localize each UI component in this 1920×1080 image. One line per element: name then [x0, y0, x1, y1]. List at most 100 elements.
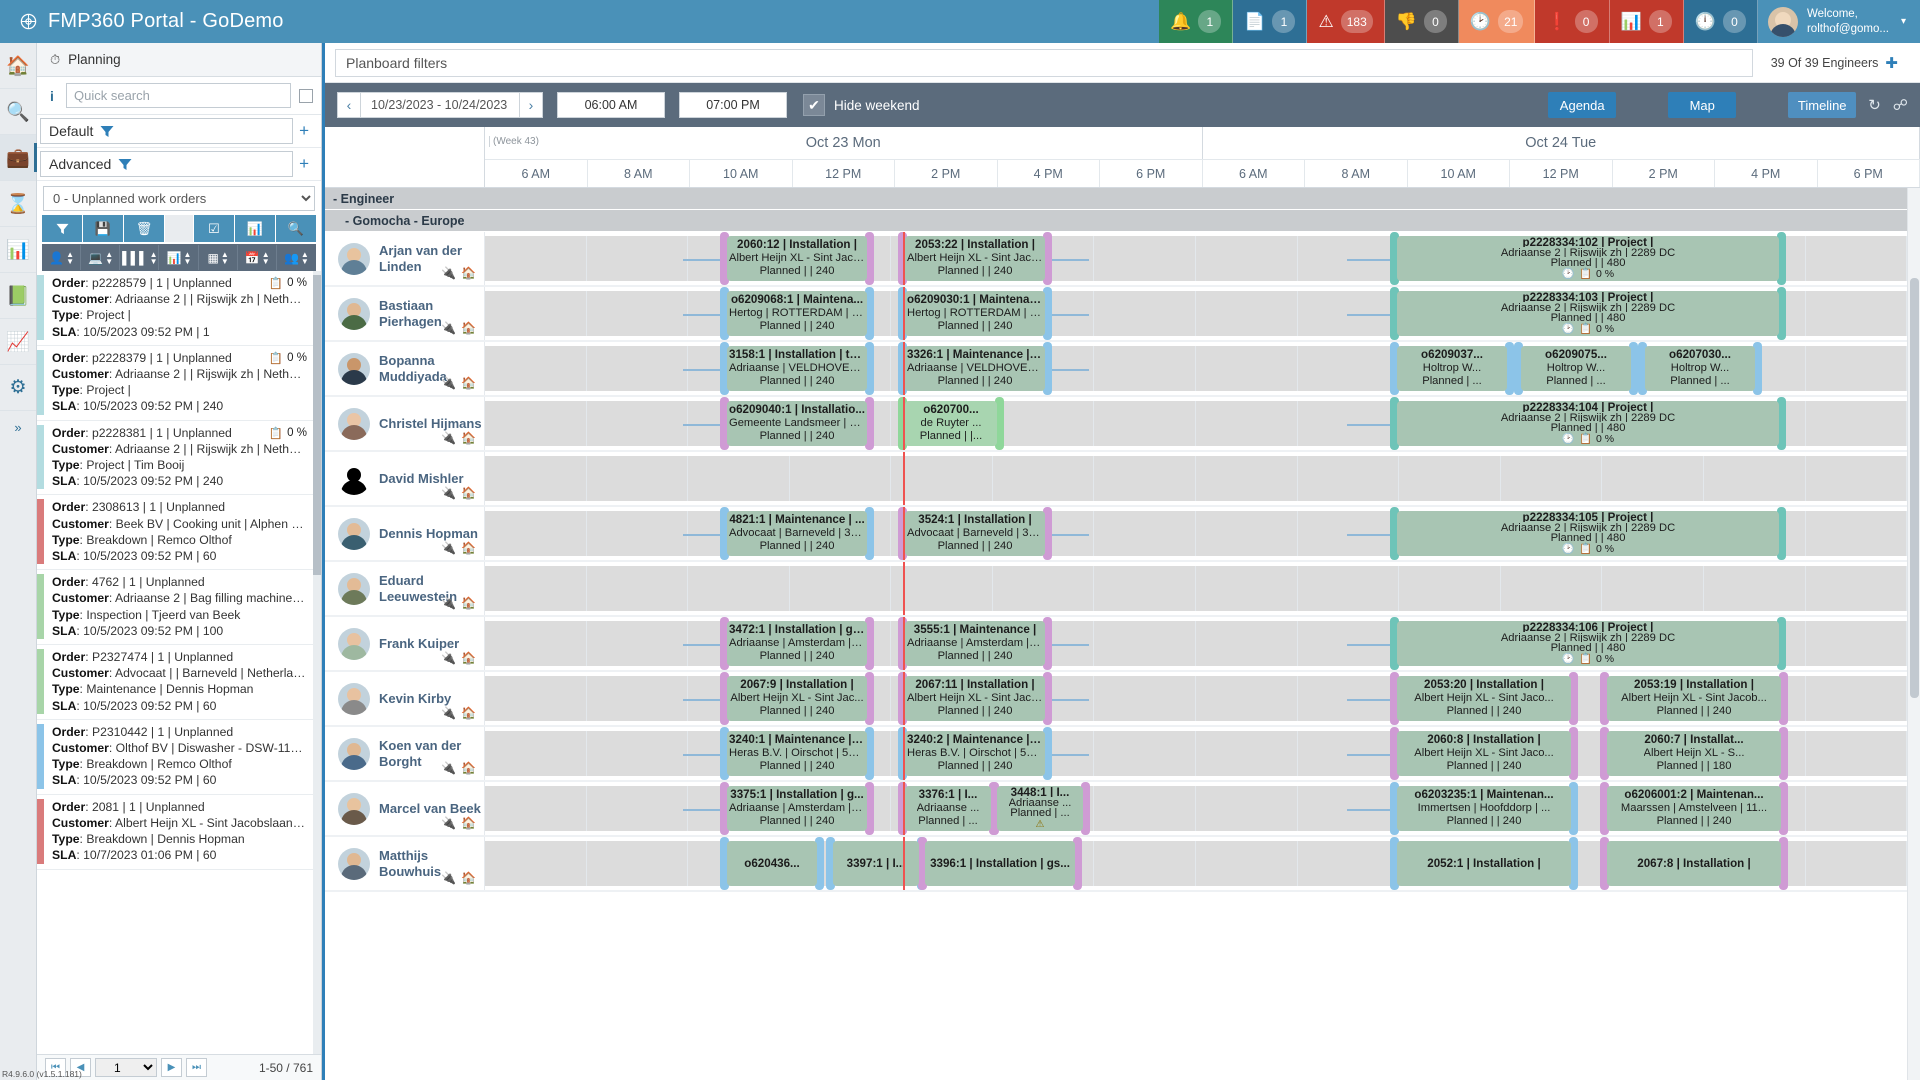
time-slot[interactable] [586, 401, 689, 446]
time-slot[interactable] [1196, 841, 1298, 886]
group-header-region[interactable]: - Gomocha - Europe [325, 210, 1907, 232]
time-slot[interactable] [789, 456, 892, 501]
time-slot[interactable] [1094, 236, 1197, 281]
time-slot[interactable] [1094, 346, 1197, 391]
header-counter-timers[interactable]: 🕛 0 [1683, 0, 1758, 43]
time-slot[interactable] [586, 731, 689, 776]
task-block[interactable]: o6209068:1 | Maintena... Hertog | ROTTERD… [727, 291, 867, 336]
add-default-filter-button[interactable]: + [293, 121, 315, 141]
task-block[interactable]: 4821:1 | Maintenance | ... Advocaat | Bar… [727, 511, 867, 556]
time-slot[interactable] [1703, 456, 1806, 501]
task-block[interactable]: 2053:22 | Installation | Albert Heijn XL … [905, 236, 1045, 281]
sort-by-barcode[interactable]: ▌▌▌ ▲ ▼ [121, 245, 160, 270]
task-block[interactable]: 3524:1 | Installation | Advocaat | Barnev… [905, 511, 1045, 556]
time-slot[interactable] [1805, 401, 1907, 446]
task-block[interactable]: 3326:1 | Maintenance | t... Adriaanse | V… [905, 346, 1045, 391]
list-item[interactable]: Order: p2228379 | 1 | Unplanned Customer:… [37, 346, 313, 421]
time-slot[interactable] [485, 346, 587, 391]
task-block[interactable]: o6206001:2 | Maintenan... Maarssen | Amst… [1607, 786, 1781, 831]
time-slot[interactable] [1196, 676, 1298, 721]
work-order-filter-select[interactable]: 0 - Unplanned work orders [43, 186, 315, 211]
time-slot[interactable] [1196, 236, 1298, 281]
engineer-timeline-track[interactable]: 3375:1 | Installation | g... Adriaanse | … [485, 782, 1907, 835]
engineer-timeline-track[interactable] [485, 562, 1907, 615]
time-slot[interactable] [1196, 456, 1298, 501]
task-block[interactable]: p2228334:105 | Project | Adriaanse 2 | Ri… [1397, 511, 1779, 556]
time-slot[interactable] [485, 566, 587, 611]
time-from-input[interactable]: 06:00 AM [557, 92, 665, 118]
time-slot[interactable] [1602, 456, 1704, 501]
time-slot[interactable] [1196, 566, 1298, 611]
time-slot[interactable] [1805, 676, 1907, 721]
time-slot[interactable] [1094, 566, 1197, 611]
time-slot[interactable] [1805, 511, 1907, 556]
engineer-timeline-track[interactable]: 3158:1 | Installation | to... Adriaanse |… [485, 342, 1907, 395]
rail-item-hourglass[interactable]: ⌛ [0, 181, 36, 227]
filter-default[interactable]: Default [40, 118, 294, 144]
time-slot[interactable] [485, 401, 587, 446]
task-block[interactable]: o6209037... Holtrop W... Planned | ... [1397, 346, 1507, 391]
engineer-cell[interactable]: Eduard Leeuwestein 🔌 🏠 [325, 562, 485, 615]
engineer-row[interactable]: Bopanna Muddiyada 🔌 🏠 3158:1 | Installation… [325, 342, 1907, 397]
time-slot[interactable] [1703, 566, 1806, 611]
engineer-row[interactable]: David Mishler 🔌 🏠 [325, 452, 1907, 507]
engineer-row[interactable]: Koen van der Borght 🔌 🏠 3240:1 | Maintenanc… [325, 727, 1907, 782]
time-slot[interactable] [992, 401, 1095, 446]
time-slot[interactable] [485, 621, 587, 666]
engineer-cell[interactable]: Kevin Kirby 🔌 🏠 [325, 672, 485, 725]
engineer-row[interactable]: Frank Kuiper 🔌 🏠 3472:1 | Installation | gs… [325, 617, 1907, 672]
time-slot[interactable] [586, 456, 689, 501]
popout-icon[interactable]: ☍ [1893, 96, 1908, 114]
info-icon[interactable]: i [46, 88, 58, 104]
hide-weekend-toggle[interactable]: ✔ Hide weekend [803, 94, 920, 116]
time-to-input[interactable]: 07:00 PM [679, 92, 787, 118]
engineer-row[interactable]: Christel Hijmans 🔌 🏠 o6209040:1 | Installat… [325, 397, 1907, 452]
time-slot[interactable] [1500, 456, 1603, 501]
header-counter-documents[interactable]: 📄 1 [1233, 0, 1308, 43]
next-page-button[interactable]: ▶ [161, 1058, 182, 1077]
time-slot[interactable] [586, 841, 689, 886]
engineer-cell[interactable]: Matthijs Bouwhuis 🔌 🏠 [325, 837, 485, 890]
time-slot[interactable] [1399, 566, 1501, 611]
task-block[interactable]: 3472:1 | Installation | gs... Adriaanse |… [727, 621, 867, 666]
list-item[interactable]: Order: p2228381 | 1 | Unplanned Customer:… [37, 421, 313, 496]
task-block[interactable]: p2228334:103 | Project | Adriaanse 2 | Ri… [1397, 291, 1779, 336]
engineer-cell[interactable]: Marcel van Beek 🔌 🏠 [325, 782, 485, 835]
engineer-row[interactable]: Dennis Hopman 🔌 🏠 4821:1 | Maintenance | ..… [325, 507, 1907, 562]
task-block[interactable]: p2228334:104 | Project | Adriaanse 2 | Ri… [1397, 401, 1779, 446]
page-select[interactable]: 1 [95, 1058, 157, 1077]
search-input[interactable] [66, 83, 291, 108]
task-block[interactable]: p2228334:102 | Project | Adriaanse 2 | Ri… [1397, 236, 1779, 281]
header-counter-urgent[interactable]: ❗ 0 [1535, 0, 1610, 43]
panel-tab-planning[interactable]: ⏱ Planning [37, 43, 321, 77]
task-block[interactable]: 2053:19 | Installation | Albert Heijn XL … [1607, 676, 1781, 721]
engineer-timeline-track[interactable]: o6209040:1 | Installatio... Gemeente Land… [485, 397, 1907, 450]
time-slot[interactable] [1094, 511, 1197, 556]
task-block[interactable]: 3240:2 | Maintenance | i... Heras B.V. | … [905, 731, 1045, 776]
list-item[interactable]: Order: P2327474 | 1 | Unplanned Customer:… [37, 645, 313, 720]
work-order-scroll-area[interactable]: Order: p2228579 | 1 | Unplanned Customer:… [37, 271, 313, 1054]
engineer-cell[interactable]: Bopanna Muddiyada 🔌 🏠 [325, 342, 485, 395]
sort-by-priority[interactable]: 📊 ▲ ▼ [160, 245, 199, 270]
time-slot[interactable] [891, 566, 993, 611]
engineer-timeline-track[interactable]: o6209068:1 | Maintena... Hertog | ROTTERD… [485, 287, 1907, 340]
rail-item-chart[interactable]: 📊 [0, 227, 36, 273]
sort-by-person[interactable]: 👤 ▲ ▼ [43, 245, 82, 270]
time-slot[interactable] [1094, 786, 1197, 831]
task-block[interactable]: 2067:9 | Installation | Albert Heijn XL -… [727, 676, 867, 721]
add-engineer-button[interactable]: ✚ [1885, 54, 1898, 72]
time-slot[interactable] [1805, 786, 1907, 831]
task-block[interactable]: 2060:7 | Installat... Albert Heijn XL - S… [1607, 731, 1781, 776]
time-slot[interactable] [1094, 291, 1197, 336]
scrollbar-thumb[interactable] [1910, 278, 1919, 698]
task-block[interactable]: 2052:1 | Installation | [1397, 841, 1571, 886]
task-block[interactable]: 3448:1 | I... Adriaanse ... Planned | ... ⚠ [997, 786, 1083, 831]
time-slot[interactable] [586, 511, 689, 556]
rail-item-home[interactable]: 🏠 [0, 43, 36, 89]
task-block[interactable]: 3158:1 | Installation | to... Adriaanse |… [727, 346, 867, 391]
engineer-row[interactable]: Eduard Leeuwestein 🔌 🏠 [325, 562, 1907, 617]
work-order-scrollbar[interactable] [313, 271, 321, 1054]
engineer-row[interactable]: Matthijs Bouwhuis 🔌 🏠 o620436... 3397:1 | I.… [325, 837, 1907, 892]
time-slot[interactable] [1196, 786, 1298, 831]
time-slot[interactable] [485, 786, 587, 831]
